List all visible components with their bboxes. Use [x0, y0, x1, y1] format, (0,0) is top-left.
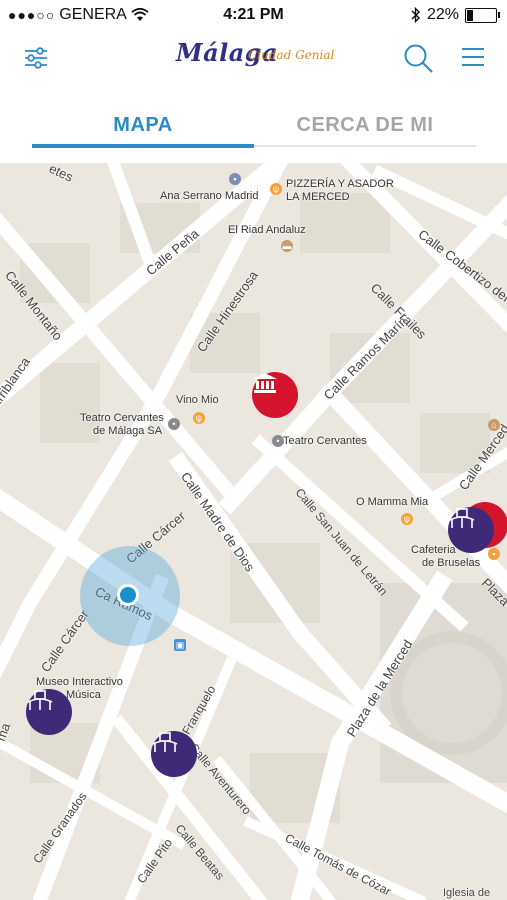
museum-marker[interactable] — [252, 372, 298, 418]
cafe-icon: ▪ — [488, 548, 500, 560]
event-marker-bottom[interactable] — [151, 731, 197, 777]
place-pizzeria-line1[interactable]: PIZZERÍA Y ASADOR — [286, 178, 394, 190]
tab-active-indicator — [32, 144, 254, 148]
place-museo-line1[interactable]: Museo Interactivo — [36, 676, 123, 688]
hotel-icon: ▬ — [281, 240, 293, 252]
restaurant-icon-2: ψ — [401, 513, 413, 525]
tab-mapa[interactable]: MAPA — [32, 114, 254, 137]
status-right: 22% — [411, 6, 500, 24]
malaga-logo: Málaga Ciudad Genial — [176, 38, 336, 82]
restaurant-icon: ψ — [270, 183, 282, 195]
place-cafeteria-line1[interactable]: Cafeteria — [411, 544, 456, 556]
place-teatro-sa-line1[interactable]: Teatro Cervantes — [80, 412, 164, 424]
event-marker-right[interactable] — [448, 507, 494, 553]
current-location-dot[interactable] — [117, 584, 139, 606]
status-bar: ●●●○○ GENERA 4:21 PM 22% — [0, 0, 507, 30]
place-ana-serrano[interactable]: Ana Serrano Madrid — [160, 190, 258, 202]
event-barrier-icon-2 — [27, 690, 53, 710]
theater-dot-icon: • — [168, 418, 180, 430]
place-museo-line2[interactable]: Música — [66, 689, 101, 701]
logo-tagline: Ciudad Genial — [248, 48, 335, 62]
battery-icon — [465, 7, 500, 23]
event-barrier-icon — [449, 508, 475, 528]
place-vino-mio[interactable]: Vino Mio — [176, 394, 219, 406]
battery-fill — [467, 9, 473, 21]
place-o-mamma-mia[interactable]: O Mamma Mia — [356, 496, 428, 508]
place-cafeteria-line2[interactable]: de Bruselas — [422, 557, 480, 569]
place-pizzeria-line2[interactable]: LA MERCED — [286, 191, 350, 203]
menu-icon[interactable] — [460, 44, 486, 70]
bar-icon: ψ — [193, 412, 205, 424]
museum-icon — [253, 373, 277, 393]
place-el-riad[interactable]: El Riad Andaluz — [228, 224, 306, 236]
map-view[interactable]: ▪ Ana Serrano Madrid ψ PIZZERÍA Y ASADOR… — [0, 163, 507, 900]
bluetooth-icon — [411, 7, 420, 23]
tab-cerca-de-mi[interactable]: CERCA DE MI — [254, 114, 476, 137]
tab-bar: MAPA CERCA DE MI — [0, 96, 507, 152]
street-iglesia: Iglesia de — [443, 887, 491, 899]
event-marker-left[interactable] — [26, 689, 72, 735]
battery-percent: 22% — [426, 6, 459, 23]
event-barrier-icon-3 — [152, 732, 178, 752]
app-header: Málaga Ciudad Genial — [0, 30, 507, 86]
place-teatro-sa-line2[interactable]: de Málaga SA — [93, 425, 162, 437]
car-rental-icon: ▪ — [229, 173, 241, 185]
filter-icon[interactable] — [22, 44, 50, 72]
search-icon[interactable] — [402, 42, 434, 74]
place-teatro-cervantes[interactable]: Teatro Cervantes — [283, 435, 367, 447]
bus-stop-icon: ▣ — [174, 639, 186, 651]
